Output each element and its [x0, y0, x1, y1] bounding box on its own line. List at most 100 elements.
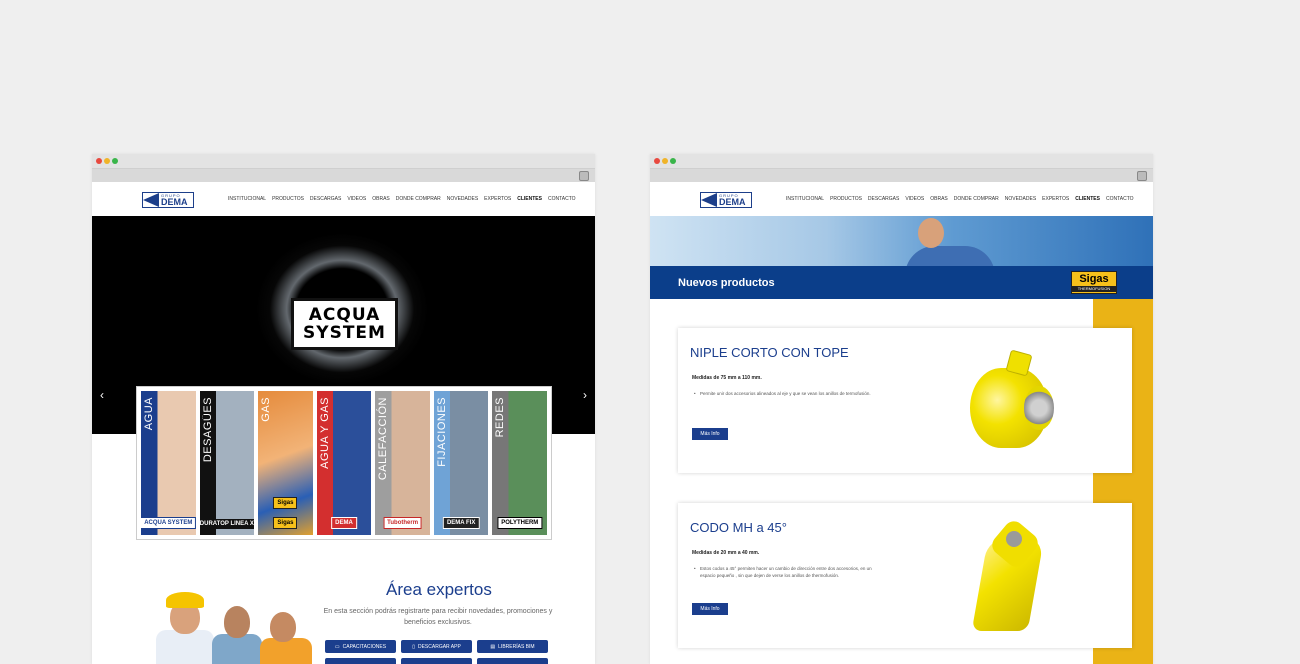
- category-redes[interactable]: REDES POLYTHERM: [492, 391, 548, 535]
- menu-item-obras[interactable]: OBRAS: [930, 196, 948, 202]
- menu-item-institucional[interactable]: INSTITUCIONAL: [786, 196, 824, 202]
- category-panel: AGUA ACQUA SYSTEM DESAGÜES DURATOP LINEA…: [136, 386, 552, 540]
- hero-logo-line1: ACQUA: [308, 305, 381, 325]
- phone-icon: ▯: [412, 643, 415, 650]
- menu-item-donde-comprar[interactable]: DONDE COMPRAR: [396, 196, 441, 202]
- experts-title: Área expertos: [386, 580, 492, 599]
- slider-prev-icon[interactable]: ‹: [100, 388, 104, 402]
- library-icon: ▤: [490, 643, 496, 650]
- brand-badge: Sigas: [273, 497, 298, 509]
- main-menu: INSTITUCIONAL PRODUCTOS DESCARGAS VIDEOS…: [228, 196, 576, 202]
- sigas-logo-sub: THERMOFUSION: [1072, 286, 1116, 292]
- sigas-logo: Sigas THERMOFUSION: [1071, 271, 1117, 294]
- hero-logo-line2: SYSTEM: [303, 323, 386, 343]
- experts-buttons: ▭ CAPACITACIONES ▯ DESCARGAR APP ▤ LIBRERÍA…: [325, 640, 548, 653]
- minimize-window-button[interactable]: [104, 158, 110, 164]
- menu-item-videos[interactable]: VIDEOS: [905, 196, 924, 202]
- librerias-bim-button[interactable]: ▤ LIBRERÍAS BIM: [477, 640, 548, 653]
- window-titlebar: [92, 154, 595, 168]
- main-menu: INSTITUCIONAL PRODUCTOS DESCARGAS VIDEOS…: [786, 196, 1134, 202]
- address-bar[interactable]: [650, 168, 1153, 182]
- brand-badge: POLYTHERM: [497, 517, 543, 529]
- acqua-system-logo: ACQUA SYSTEM: [291, 298, 398, 350]
- mas-info-button[interactable]: Más Info: [692, 603, 728, 615]
- section-band: Nuevos productos Sigas THERMOFUSION: [650, 266, 1153, 299]
- descargar-app-button[interactable]: ▯ DESCARGAR APP: [401, 640, 472, 653]
- logo-main-text: DEMA: [161, 197, 188, 207]
- close-window-button[interactable]: [654, 158, 660, 164]
- mas-info-button[interactable]: Más Info: [692, 428, 728, 440]
- menu-item-productos[interactable]: PRODUCTOS: [272, 196, 304, 202]
- capacitaciones-button[interactable]: ▭ CAPACITACIONES: [325, 640, 396, 653]
- menu-item-contacto[interactable]: CONTACTO: [548, 196, 576, 202]
- category-agua[interactable]: AGUA ACQUA SYSTEM: [141, 391, 196, 535]
- category-agua-y-gas[interactable]: AGUA Y GAS DEMA: [316, 391, 372, 535]
- site-header: GRUPO DEMA INSTITUCIONAL PRODUCTOS DESCAR…: [650, 182, 1153, 216]
- menu-item-donde-comprar[interactable]: DONDE COMPRAR: [954, 196, 999, 202]
- brand-badge: Tubotherm: [383, 517, 423, 529]
- category-label: AGUA Y GAS: [318, 397, 331, 469]
- logo-mark-icon: [701, 193, 717, 207]
- browser-window-products: GRUPO DEMA INSTITUCIONAL PRODUCTOS DESCAR…: [650, 154, 1153, 664]
- menu-item-novedades[interactable]: NOVEDADES: [1005, 196, 1036, 202]
- menu-item-expertos[interactable]: EXPERTOS: [1042, 196, 1069, 202]
- category-label: GAS: [260, 397, 273, 422]
- experts-people-image: [152, 584, 312, 664]
- menu-item-institucional[interactable]: INSTITUCIONAL: [228, 196, 266, 202]
- experts-button-row2-1[interactable]: [325, 658, 396, 664]
- maximize-window-button[interactable]: [670, 158, 676, 164]
- window-titlebar: [650, 154, 1153, 168]
- brand-badge: DURATOP LINEA X: [199, 519, 255, 529]
- address-bar[interactable]: [92, 168, 595, 182]
- grupo-dema-logo[interactable]: GRUPO DEMA: [700, 192, 752, 208]
- section-title: Nuevos productos: [678, 277, 775, 289]
- product-card: CODO MH a 45° Medidas de 20 mm a 40 mm. …: [678, 503, 1132, 648]
- category-label: CALEFACCIÓN: [377, 397, 390, 481]
- menu-item-novedades[interactable]: NOVEDADES: [447, 196, 478, 202]
- category-gas[interactable]: GAS Sigas Sigas: [258, 391, 313, 535]
- brand-badge: DEMA: [331, 517, 357, 529]
- menu-item-expertos[interactable]: EXPERTOS: [484, 196, 511, 202]
- page-icon[interactable]: [1137, 171, 1147, 181]
- product-description: Permite unir dos accesorios alineados al…: [692, 390, 882, 397]
- browser-window-home: GRUPO DEMA INSTITUCIONAL PRODUCTOS DESCAR…: [92, 154, 595, 664]
- experts-buttons-row2: [325, 658, 548, 664]
- calendar-icon: ▭: [334, 643, 340, 650]
- menu-item-videos[interactable]: VIDEOS: [347, 196, 366, 202]
- maximize-window-button[interactable]: [112, 158, 118, 164]
- category-desagues[interactable]: DESAGÜES DURATOP LINEA X: [199, 391, 255, 535]
- slider-next-icon[interactable]: ›: [583, 388, 587, 402]
- logo-main-text: DEMA: [719, 197, 746, 207]
- category-calefaccion[interactable]: CALEFACCIÓN Tubotherm: [375, 391, 430, 535]
- menu-item-clientes[interactable]: CLIENTES: [517, 196, 542, 202]
- experts-section: Área expertos En esta sección podrás reg…: [92, 574, 595, 664]
- experts-button-row2-3[interactable]: [477, 658, 548, 664]
- page-icon[interactable]: [579, 171, 589, 181]
- product-title: NIPLE CORTO CON TOPE: [690, 345, 849, 360]
- menu-item-productos[interactable]: PRODUCTOS: [830, 196, 862, 202]
- close-window-button[interactable]: [96, 158, 102, 164]
- brand-badge: ACQUA SYSTEM: [141, 517, 196, 529]
- product-sizes: Medidas de 75 mm a 110 mm.: [692, 375, 762, 381]
- site-header: GRUPO DEMA INSTITUCIONAL PRODUCTOS DESCAR…: [92, 182, 595, 216]
- menu-item-contacto[interactable]: CONTACTO: [1106, 196, 1134, 202]
- menu-item-descargas[interactable]: DESCARGAS: [868, 196, 899, 202]
- experts-button-row2-2[interactable]: [401, 658, 472, 664]
- menu-item-obras[interactable]: OBRAS: [372, 196, 390, 202]
- experts-text: En esta sección podrás registrarte para …: [323, 608, 553, 626]
- grupo-dema-logo[interactable]: GRUPO DEMA: [142, 192, 194, 208]
- menu-item-descargas[interactable]: DESCARGAS: [310, 196, 341, 202]
- category-label: AGUA: [143, 397, 155, 431]
- category-label: REDES: [494, 397, 507, 438]
- product-title: CODO MH a 45°: [690, 520, 787, 535]
- menu-item-clientes[interactable]: CLIENTES: [1075, 196, 1100, 202]
- brand-badge: DEMA FIX: [442, 517, 480, 529]
- product-card: NIPLE CORTO CON TOPE Medidas de 75 mm a …: [678, 328, 1132, 473]
- category-label: FIJACIONES: [435, 397, 448, 467]
- category-fijaciones[interactable]: FIJACIONES DEMA FIX: [433, 391, 489, 535]
- product-description: Estos codos a 45° permiten hacer un camb…: [692, 565, 882, 579]
- category-label: DESAGÜES: [201, 397, 214, 463]
- sigas-logo-text: Sigas: [1079, 273, 1109, 285]
- header-banner-image: [650, 216, 1153, 266]
- minimize-window-button[interactable]: [662, 158, 668, 164]
